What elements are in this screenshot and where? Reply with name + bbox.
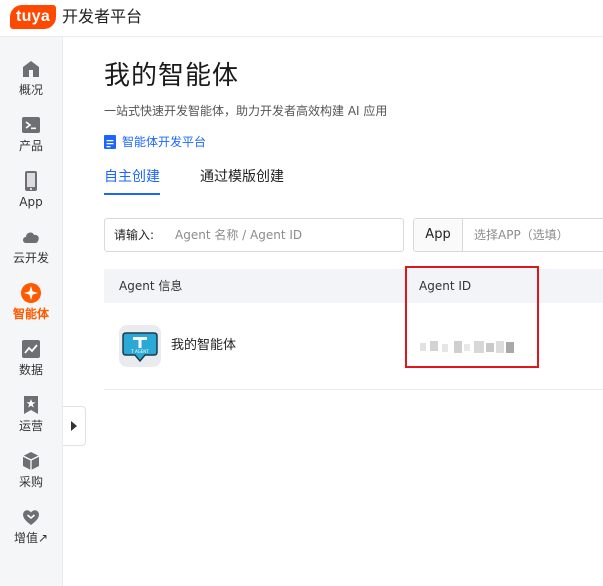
- cloud-icon: [23, 232, 39, 243]
- home-icon: [23, 61, 39, 77]
- tab-self-create[interactable]: 自主创建: [104, 167, 160, 187]
- chart-icon: [22, 340, 40, 358]
- sidebar-item-cloud-dev[interactable]: 云开发: [0, 213, 62, 265]
- heart-chevron-icon: [23, 510, 39, 525]
- tuya-logo[interactable]: tuya: [10, 5, 56, 29]
- sidebar-item-label: 产品: [18, 139, 43, 153]
- agent-id-highlight-box: [405, 266, 539, 368]
- terminal-icon: [22, 117, 40, 133]
- sidebar-item-label: 智能体: [12, 307, 49, 321]
- agent-search-box: 请输入:: [104, 218, 404, 252]
- column-header-agent-info: Agent 信息: [119, 279, 183, 293]
- star-bookmark-icon: [24, 396, 38, 414]
- app-select-prefix: App: [414, 219, 463, 251]
- sidebar: 概况 产品 App 云开发 智能体 数据 运营 采购 增值↗: [0, 37, 63, 586]
- page-subtitle: 一站式快速开发智能体，助力开发者高效构建 AI 应用: [104, 104, 388, 118]
- sidebar-item-app[interactable]: App: [0, 157, 62, 209]
- platform-title: 开发者平台: [62, 7, 143, 26]
- sidebar-item-label: 增值↗: [13, 531, 49, 545]
- agent-avatar: T AGENT: [119, 325, 161, 367]
- sidebar-item-label: 运营: [18, 419, 43, 433]
- search-label: 请输入:: [114, 228, 155, 242]
- agent-avatar-text: T AGENT: [130, 349, 149, 354]
- tab-template-create[interactable]: 通过模版创建: [200, 167, 284, 187]
- phone-icon: [25, 171, 37, 191]
- page-title: 我的智能体: [104, 61, 240, 91]
- sidebar-item-overview[interactable]: 概况: [0, 45, 62, 97]
- spark-icon: [21, 283, 41, 303]
- sidebar-item-agents[interactable]: 智能体: [0, 269, 62, 321]
- sidebar-item-products[interactable]: 产品: [0, 101, 62, 153]
- app-select[interactable]: App 选择APP（选填）: [413, 218, 603, 252]
- agent-search-input[interactable]: [175, 223, 395, 247]
- sidebar-item-operations[interactable]: 运营: [0, 381, 62, 433]
- box-icon: [22, 452, 40, 470]
- sidebar-item-label: App: [19, 195, 43, 209]
- sidebar-item-label: 数据: [18, 363, 43, 377]
- sidebar-item-label: 概况: [18, 83, 43, 97]
- agent-platform-link-text[interactable]: 智能体开发平台: [122, 133, 206, 151]
- sidebar-item-label: 云开发: [12, 251, 49, 265]
- sidebar-item-data[interactable]: 数据: [0, 325, 62, 377]
- sidebar-item-value-added[interactable]: 增值↗: [0, 493, 62, 545]
- sidebar-item-label: 采购: [18, 475, 43, 489]
- app-select-placeholder: 选择APP（选填）: [474, 228, 569, 242]
- active-tab-indicator: [104, 193, 160, 195]
- top-header: tuya 开发者平台: [0, 0, 603, 37]
- document-icon: [104, 135, 116, 149]
- tab-bar: 自主创建 通过模版创建: [104, 167, 603, 195]
- agent-name: 我的智能体: [171, 338, 237, 353]
- sidebar-item-purchase[interactable]: 采购: [0, 437, 62, 489]
